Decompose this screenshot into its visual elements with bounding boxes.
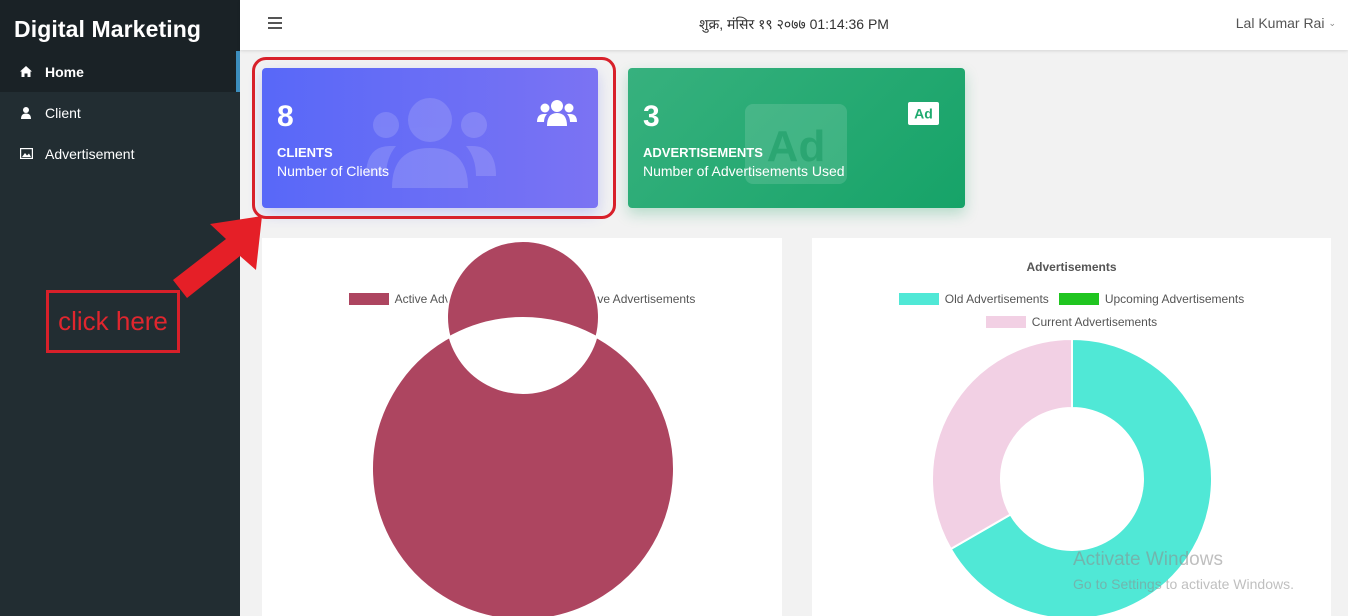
sidebar-item-label: Advertisement xyxy=(45,145,135,162)
home-icon xyxy=(18,64,34,80)
top-navbar: शुक्र, मंसिर १९ २०७७ 01:14:36 PM Lal Kum… xyxy=(240,0,1348,50)
sidebar-item-advertisement[interactable]: Advertisement xyxy=(0,133,240,174)
click-here-annotation: click here xyxy=(46,290,180,353)
advertisements-title: ADVERTISEMENTS xyxy=(643,145,763,160)
donut-slice-current-advertisements[interactable] xyxy=(931,337,1073,551)
highlight-annotation xyxy=(252,57,616,219)
windows-activation-watermark: Activate Windows Go to Settings to activ… xyxy=(1073,549,1294,592)
watermark-subtitle: Go to Settings to activate Windows. xyxy=(1073,576,1294,592)
image-icon xyxy=(18,146,34,162)
sidebar-item-label: Home xyxy=(45,63,84,80)
sidebar-item-label: Client xyxy=(45,104,81,121)
svg-text:Ad: Ad xyxy=(914,106,933,122)
donut-slice-active-advertisements[interactable] xyxy=(371,240,675,616)
arrow-icon xyxy=(173,216,262,298)
donut-chart xyxy=(371,240,675,616)
advertisements-subtitle: Number of Advertisements Used xyxy=(643,163,845,179)
active-advertisements-chart: Advertisements Active Advertisements Ina… xyxy=(262,238,782,616)
sidebar-item-home[interactable]: Home xyxy=(0,51,240,92)
app-title[interactable]: Digital Marketing xyxy=(0,0,240,51)
advertisements-count: 3 xyxy=(643,100,660,133)
advertisements-stat-card[interactable]: Ad 3 ADVERTISEMENTS Number of Advertisem… xyxy=(628,68,965,208)
annotation-label: click here xyxy=(58,306,168,336)
user-name: Lal Kumar Rai xyxy=(1235,15,1325,31)
user-menu[interactable]: Lal Kumar Rai ⌄ xyxy=(1236,15,1336,31)
date-time-display: शुक्र, मंसिर १९ २०७७ 01:14:36 PM xyxy=(699,16,889,32)
chevron-down-icon: ⌄ xyxy=(1328,17,1336,28)
ad-icon: Ad xyxy=(908,102,939,125)
sidebar-item-client[interactable]: Client xyxy=(0,92,240,133)
user-icon xyxy=(18,105,34,121)
watermark-title: Activate Windows xyxy=(1073,549,1223,570)
